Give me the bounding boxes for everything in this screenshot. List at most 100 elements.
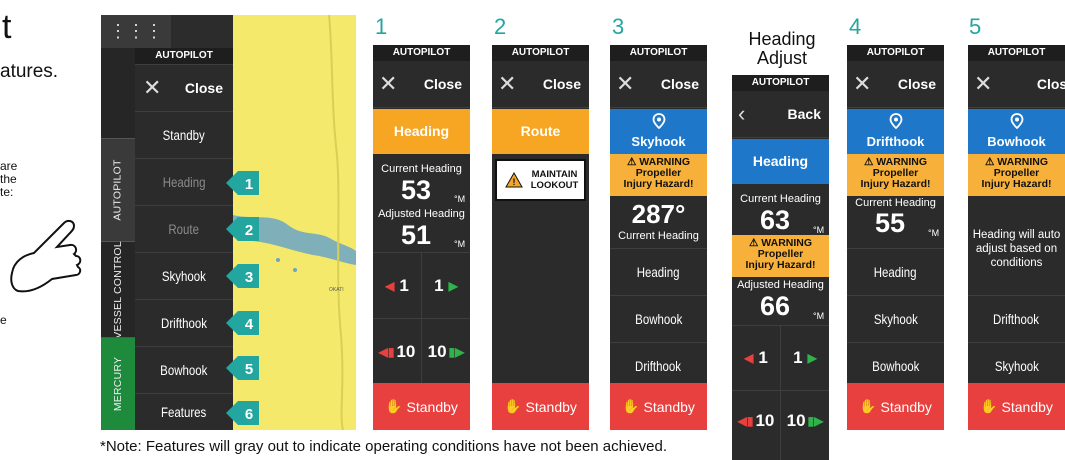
grid-icon[interactable]: ⋮⋮⋮ (101, 15, 171, 48)
stbd-1-button[interactable]: 1 ▶ (422, 253, 470, 318)
tab-autopilot-label: AUTOPILOT (112, 159, 124, 221)
svg-text:5: 5 (245, 361, 253, 378)
port-1-button[interactable]: ◀ 1 (732, 326, 780, 390)
standby-button[interactable]: ✋ Standby (847, 383, 944, 430)
menu-item-skyhook[interactable]: Skyhook (135, 252, 233, 299)
mode-banner-heading: Heading (373, 109, 470, 154)
svg-text:!: ! (513, 177, 516, 187)
pointing-hand-icon (10, 219, 82, 293)
warning-line-2: Injury Hazard! (981, 178, 1052, 190)
tab-autopilot[interactable]: AUTOPILOT (101, 138, 135, 241)
panel-heading-adjust: AUTOPILOT ‹ Back Heading Current Heading … (732, 75, 829, 460)
right-arrow-icon: ▶ (448, 278, 458, 293)
current-heading-label: Current Heading (381, 163, 462, 175)
adjusted-heading-label: Adjusted Heading (737, 279, 824, 291)
bowhook-info-text: Heading will auto adjust based on condit… (968, 228, 1065, 270)
panel-bowhook: AUTOPILOT ✕ Close Bowhook ⚠ WARNING Prope… (968, 45, 1065, 430)
menu-item-bowhook[interactable]: Bowhook (135, 346, 233, 393)
menu-item-route[interactable]: Route (135, 205, 233, 252)
port-10-label: 10 (755, 411, 775, 430)
option-drifthook-label: Drifthook (993, 311, 1040, 327)
option-skyhook[interactable]: Skyhook (847, 295, 944, 342)
menu-item-skyhook-label: Skyhook (161, 268, 207, 284)
port-10-button[interactable]: ◀▮ 10 (373, 319, 421, 384)
menu-item-standby[interactable]: Standby (135, 111, 233, 158)
hand-icon: ✋ (385, 398, 403, 414)
close-icon: ✕ (974, 71, 993, 96)
mode-banner-skyhook: Skyhook (610, 109, 707, 154)
option-skyhook[interactable]: Skyhook (968, 342, 1065, 389)
intro-line-3: te: (0, 185, 14, 199)
option-drifthook[interactable]: Drifthook (610, 342, 707, 389)
skyhook-heading-value: 287° (631, 199, 686, 229)
standby-button[interactable]: ✋ Standby (492, 383, 589, 430)
adjusted-heading-label: Adjusted Heading (378, 208, 465, 220)
tab-blank (101, 48, 135, 138)
close-button[interactable]: ✕ Close (968, 61, 1065, 108)
svg-text:1: 1 (245, 176, 253, 193)
stbd-10-button[interactable]: 10 ▮▶ (422, 319, 470, 384)
tab-vessel-control[interactable]: VESSEL CONTROL (101, 241, 135, 338)
adjusted-heading-unit: °M (454, 239, 466, 249)
option-bowhook-label: Bowhook (634, 311, 683, 327)
callout-2: 2 (226, 217, 259, 241)
panel-skyhook: AUTOPILOT ✕ Close Skyhook ⚠ WARNING Prope… (610, 45, 707, 430)
standby-button[interactable]: ✋ Standby (968, 383, 1065, 430)
callout-1: 1 (226, 171, 259, 195)
current-heading-value: 63 (760, 205, 791, 235)
option-heading-label: Heading (874, 264, 917, 280)
chevron-left-icon: ‹ (738, 101, 746, 126)
menu-item-features[interactable]: Features (135, 393, 233, 430)
close-label: Close (542, 76, 581, 92)
callout-4: 4 (226, 311, 259, 335)
heading-adjust-title: Heading Adjust (733, 30, 831, 68)
menu-item-drifthook[interactable]: Drifthook (135, 299, 233, 346)
close-button[interactable]: ✕ Close (492, 61, 589, 108)
tab-mercury[interactable]: MERCURY (101, 337, 135, 430)
close-button[interactable]: ✕ Close (847, 61, 944, 108)
close-button[interactable]: ✕ Close (610, 61, 707, 108)
mode-banner-heading: Heading (732, 139, 829, 184)
tab-mercury-label: MERCURY (112, 356, 125, 412)
step-number-4: 4 (849, 14, 862, 39)
propeller-warning: ⚠ WARNING Propeller Injury Hazard! (732, 235, 829, 277)
option-heading[interactable]: Heading (847, 248, 944, 295)
panel-header: AUTOPILOT (968, 45, 1065, 61)
stbd-1-button[interactable]: 1 ▶ (781, 326, 829, 390)
map-label: OKATI (329, 287, 344, 293)
stbd-1-label: 1 (793, 348, 803, 367)
maintain-lookout-warning: ! MAINTAIN LOOKOUT (495, 159, 586, 201)
close-icon: ✕ (143, 75, 162, 100)
intro-features-fragment: atures. (0, 61, 59, 82)
stbd-10-button[interactable]: 10 ▮▶ (781, 391, 829, 451)
standby-label: Standby (880, 398, 932, 415)
close-icon: ✕ (379, 71, 398, 96)
standby-button[interactable]: ✋ Standby (610, 383, 707, 430)
left-arrow-icon: ◀ (385, 278, 395, 293)
option-bowhook[interactable]: Bowhook (610, 295, 707, 342)
autopilot-menu: AUTOPILOT ✕ Close Standby Heading Route … (135, 48, 233, 430)
heading-adjust-title-line1: Heading (748, 29, 816, 49)
close-button[interactable]: ✕ Close (373, 61, 470, 108)
option-heading-label: Heading (637, 264, 680, 280)
warning-line-2: LOOKOUT (530, 180, 579, 191)
option-bowhook[interactable]: Bowhook (847, 342, 944, 389)
info-line-1: Heading will auto (972, 229, 1061, 241)
menu-item-heading[interactable]: Heading (135, 158, 233, 205)
port-10-button[interactable]: ◀▮ 10 (732, 391, 780, 451)
callout-5: 5 (226, 356, 259, 380)
option-heading[interactable]: Heading (610, 248, 707, 295)
back-button[interactable]: ‹ Back (732, 91, 829, 138)
menu-header: AUTOPILOT (135, 48, 233, 64)
menu-close-button[interactable]: ✕ Close (135, 64, 233, 111)
info-line-3: conditions (990, 257, 1043, 269)
menu-item-heading-label: Heading (162, 174, 206, 190)
standby-button[interactable]: ✋ Standby (373, 383, 470, 430)
option-drifthook[interactable]: Drifthook (968, 295, 1065, 342)
port-1-button[interactable]: ◀ 1 (373, 253, 421, 318)
location-pin-icon (1010, 113, 1023, 130)
mode-banner-bowhook: Bowhook (968, 109, 1065, 154)
mode-label: Skyhook (631, 134, 686, 149)
step-buttons: ◀ 1 1 ▶ ◀▮ 10 10 ▮▶ (732, 325, 829, 460)
skyhook-heading-label: Current Heading (618, 230, 699, 242)
